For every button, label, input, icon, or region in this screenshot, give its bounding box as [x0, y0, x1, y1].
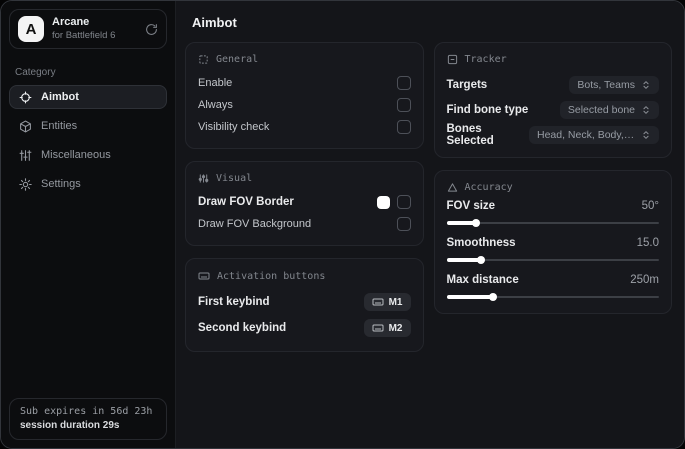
sidebar: A Arcane for Battlefield 6 Category Aimb…	[1, 1, 176, 448]
chevrons-up-down-icon	[643, 105, 649, 114]
chevrons-up-down-icon	[643, 80, 649, 89]
main-panel: Aimbot General Enable Always Visibility …	[176, 1, 684, 448]
app-window: A Arcane for Battlefield 6 Category Aimb…	[0, 0, 685, 449]
setting-row-enable: Enable	[198, 72, 411, 94]
sidebar-item-label: Aimbot	[41, 91, 79, 103]
setting-label: Find bone type	[446, 103, 529, 116]
setting-label: Draw FOV Border	[198, 196, 294, 208]
setting-label: Draw FOV Background	[198, 218, 312, 230]
slider-fill	[446, 293, 497, 301]
setting-row-second-keybind: Second keybind M2	[198, 315, 411, 341]
setting-row-draw-fov-background: Draw FOV Background	[198, 213, 411, 235]
keyboard-icon	[198, 270, 210, 282]
setting-label: Second keybind	[198, 322, 287, 334]
setting-label: Smoothness	[446, 237, 516, 249]
gear-icon	[19, 177, 32, 191]
always-checkbox[interactable]	[396, 98, 411, 112]
setting-label: Targets	[446, 78, 488, 91]
app-subtitle: for Battlefield 6	[52, 29, 116, 41]
sidebar-item-label: Miscellaneous	[41, 149, 111, 161]
sub-expiry-text: Sub expires in 56d 23h	[20, 406, 153, 417]
session-duration-text: session duration 29s	[20, 420, 120, 431]
first-keybind-button[interactable]: M1	[363, 293, 411, 311]
cube-icon	[19, 120, 32, 133]
setting-label: Always	[198, 99, 233, 111]
app-logo: A	[18, 16, 44, 42]
card-title: Visual	[216, 173, 253, 184]
fov-border-color-swatch[interactable]	[376, 195, 390, 209]
tracker-card: Tracker Targets Bots, Teams Find bone ty…	[433, 42, 672, 158]
crosshair-icon	[19, 91, 32, 104]
max-distance-slider[interactable]	[446, 293, 659, 301]
targets-dropdown[interactable]: Bots, Teams	[569, 75, 659, 94]
setting-label: FOV size	[446, 200, 496, 212]
setting-row-fov-size: FOV size 50°	[446, 200, 659, 227]
sidebar-nav: Aimbot Entities Miscellaneous Settings	[1, 85, 175, 196]
slider-value: 15.0	[636, 237, 659, 249]
fov-size-slider[interactable]	[446, 219, 659, 227]
keybind-value: M1	[388, 296, 403, 308]
second-keybind-button[interactable]: M2	[363, 319, 411, 337]
general-card: General Enable Always Visibility check	[185, 42, 424, 149]
card-title: Activation buttons	[217, 270, 326, 282]
setting-row-draw-fov-border: Draw FOV Border	[198, 191, 411, 213]
refresh-icon[interactable]	[145, 23, 158, 36]
brand-card: A Arcane for Battlefield 6	[9, 9, 167, 49]
dashed-grid-icon	[198, 54, 209, 65]
visibility-check-checkbox[interactable]	[396, 120, 411, 134]
dropdown-value: Selected bone	[567, 103, 635, 116]
bones-selected-dropdown[interactable]: Head, Neck, Body, Pe...	[529, 125, 659, 144]
category-label: Category	[15, 67, 56, 78]
setting-label: Visibility check	[198, 121, 270, 133]
sidebar-item-settings[interactable]: Settings	[9, 172, 167, 196]
minus-square-icon	[447, 54, 458, 65]
dropdown-value: Head, Neck, Body, Pe...	[537, 128, 635, 141]
setting-row-visibility-check: Visibility check	[198, 116, 411, 138]
activation-buttons-card: Activation buttons First keybind M1 Seco…	[185, 258, 424, 352]
setting-label: Bones Selected	[446, 122, 494, 147]
setting-row-first-keybind: First keybind M1	[198, 289, 411, 315]
keyboard-icon	[372, 298, 384, 306]
keybind-value: M2	[388, 322, 403, 334]
sidebar-item-aimbot[interactable]: Aimbot	[9, 85, 167, 109]
setting-label: First keybind	[198, 296, 270, 308]
draw-fov-border-checkbox[interactable]	[396, 195, 411, 209]
setting-row-max-distance: Max distance 250m	[446, 274, 659, 301]
setting-label: Max distance	[446, 274, 519, 286]
setting-row-bones-selected: Bones Selected Head, Neck, Body, Pe...	[446, 122, 659, 147]
sidebar-item-miscellaneous[interactable]: Miscellaneous	[9, 143, 167, 167]
slider-value: 50°	[641, 200, 659, 212]
setting-label: Enable	[198, 77, 233, 89]
slider-fill	[446, 256, 485, 264]
vertical-sliders-icon	[198, 173, 209, 184]
card-title: Accuracy	[464, 182, 513, 193]
draw-fov-background-checkbox[interactable]	[396, 217, 411, 231]
visual-card: Visual Draw FOV Border Draw FOV Backgrou…	[185, 161, 424, 246]
slider-value: 250m	[630, 274, 659, 286]
setting-row-targets: Targets Bots, Teams	[446, 72, 659, 97]
keyboard-icon	[372, 324, 384, 332]
sliders-icon	[19, 149, 32, 162]
enable-checkbox[interactable]	[396, 76, 411, 90]
subscription-info: Sub expires in 56d 23h session duration …	[9, 398, 167, 440]
triangle-icon	[447, 182, 458, 193]
setting-row-find-bone-type: Find bone type Selected bone	[446, 97, 659, 122]
smoothness-slider[interactable]	[446, 256, 659, 264]
app-name: Arcane	[52, 16, 90, 29]
slider-fill	[446, 219, 480, 227]
sidebar-item-label: Entities	[41, 120, 78, 132]
card-title: General	[216, 54, 259, 65]
card-title: Tracker	[464, 54, 507, 65]
sidebar-item-label: Settings	[41, 178, 81, 190]
chevrons-up-down-icon	[643, 130, 649, 139]
page-title: Aimbot	[192, 15, 237, 30]
setting-row-always: Always	[198, 94, 411, 116]
setting-row-smoothness: Smoothness 15.0	[446, 237, 659, 264]
accuracy-card: Accuracy FOV size 50° Smoothness 15.0 Ma…	[433, 170, 672, 314]
sidebar-item-entities[interactable]: Entities	[9, 114, 167, 138]
find-bone-type-dropdown[interactable]: Selected bone	[559, 100, 659, 119]
dropdown-value: Bots, Teams	[577, 78, 635, 91]
